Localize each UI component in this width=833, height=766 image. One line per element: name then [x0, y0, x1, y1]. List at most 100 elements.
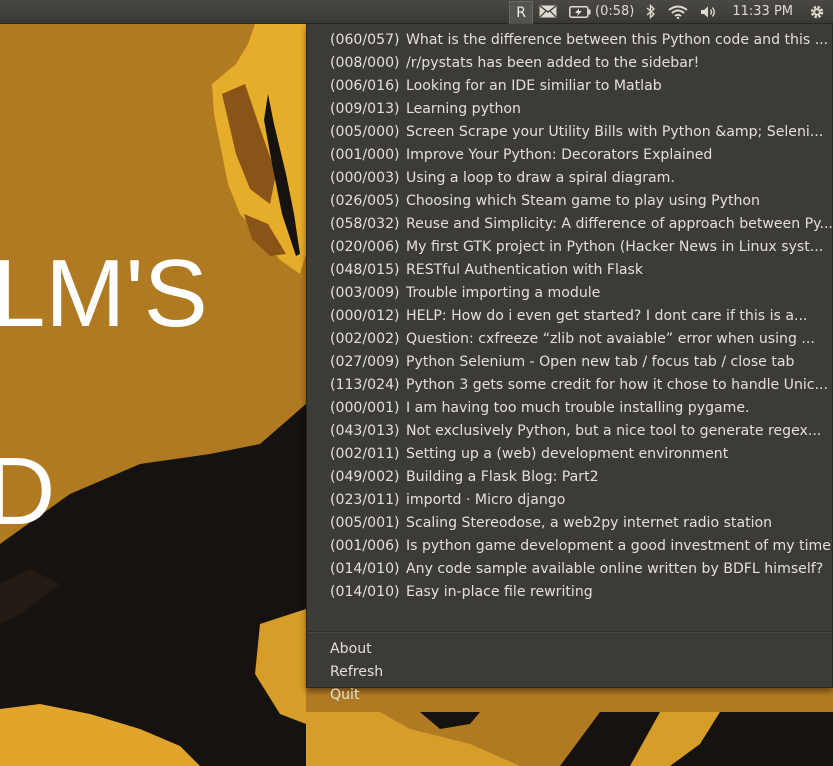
- wallpaper-text-line1: LM'S: [0, 240, 208, 347]
- post-title: Choosing which Steam game to play using …: [406, 193, 760, 209]
- post-vote-count: (000/003): [330, 170, 400, 186]
- post-menu-item[interactable]: (005/000) Screen Scrape your Utility Bill…: [307, 121, 832, 144]
- post-vote-count: (113/024): [330, 377, 400, 393]
- post-menu-item[interactable]: (008/000) /r/pystats has been added to th…: [307, 52, 832, 75]
- post-menu-item[interactable]: (058/032) Reuse and Simplicity: A differe…: [307, 213, 832, 236]
- post-menu-item[interactable]: (014/010) Any code sample available onlin…: [307, 558, 832, 581]
- post-menu-item[interactable]: (000/001) I am having too much trouble in…: [307, 397, 832, 420]
- post-menu-item[interactable]: (002/011) Setting up a (web) development …: [307, 443, 832, 466]
- gear-icon: [810, 5, 824, 18]
- post-vote-count: (014/010): [330, 584, 400, 600]
- post-title: Setting up a (web) development environme…: [406, 446, 729, 462]
- post-menu-item[interactable]: (026/005) Choosing which Steam game to pl…: [307, 190, 832, 213]
- battery-icon: [569, 5, 591, 18]
- post-vote-count: (060/057): [330, 32, 400, 48]
- post-vote-count: (000/012): [330, 308, 400, 324]
- refresh-menu-item[interactable]: Refresh: [307, 661, 832, 684]
- post-menu-item[interactable]: (003/009) Trouble importing a module: [307, 282, 832, 305]
- battery-time: (0:58): [595, 4, 635, 19]
- post-menu-item[interactable]: (001/000) Improve Your Python: Decorators…: [307, 144, 832, 167]
- post-menu-item[interactable]: (048/015) RESTful Authentication with Fla…: [307, 259, 832, 282]
- menu-separator: [308, 631, 831, 633]
- post-menu-item[interactable]: (020/006) My first GTK project in Python …: [307, 236, 832, 259]
- reddit-indicator-label: R: [516, 4, 526, 21]
- post-vote-count: (003/009): [330, 285, 400, 301]
- post-menu-item[interactable]: (027/009) Python Selenium - Open new tab …: [307, 351, 832, 374]
- post-menu-item[interactable]: (001/006) Is python game development a go…: [307, 535, 832, 558]
- mail-icon: [539, 5, 557, 18]
- post-vote-count: (048/015): [330, 262, 400, 278]
- post-vote-count: (009/013): [330, 101, 400, 117]
- post-menu-item[interactable]: (000/012) HELP: How do i even get started…: [307, 305, 832, 328]
- post-menu-item[interactable]: (060/057) What is the difference between …: [307, 29, 832, 52]
- post-vote-count: (008/000): [330, 55, 400, 71]
- post-title: Question: cxfreeze “zlib not avaiable” e…: [406, 331, 815, 347]
- post-title: Trouble importing a module: [406, 285, 601, 301]
- post-menu-item[interactable]: (023/011) importd · Micro django: [307, 489, 832, 512]
- session-menu[interactable]: [803, 0, 833, 24]
- quit-menu-item[interactable]: Quit: [307, 684, 832, 707]
- post-vote-count: (006/016): [330, 78, 400, 94]
- post-vote-count: (002/011): [330, 446, 400, 462]
- about-menu-item[interactable]: About: [307, 638, 832, 661]
- post-title: Python 3 gets some credit for how it cho…: [406, 377, 829, 393]
- post-title: Python Selenium - Open new tab / focus t…: [406, 354, 795, 370]
- post-title: Easy in-place file rewriting: [406, 584, 593, 600]
- post-menu-item[interactable]: (002/002) Question: cxfreeze “zlib not av…: [307, 328, 832, 351]
- post-title: Screen Scrape your Utility Bills with Py…: [406, 124, 824, 140]
- post-vote-count: (001/000): [330, 147, 400, 163]
- post-title: RESTful Authentication with Flask: [406, 262, 644, 278]
- post-title: Is python game development a good invest…: [406, 538, 832, 554]
- post-vote-count: (005/001): [330, 515, 400, 531]
- post-vote-count: (000/001): [330, 400, 400, 416]
- post-title: Reuse and Simplicity: A difference of ap…: [406, 216, 832, 232]
- post-title: Scaling Stereodose, a web2py internet ra…: [406, 515, 773, 531]
- post-menu-item[interactable]: (043/013) Not exclusively Python, but a n…: [307, 420, 832, 443]
- post-vote-count: (058/032): [330, 216, 400, 232]
- post-list: (060/057) What is the difference between …: [307, 29, 832, 604]
- mail-indicator[interactable]: [533, 0, 563, 24]
- post-menu-item[interactable]: (014/010) Easy in-place file rewriting: [307, 581, 832, 604]
- bluetooth-icon: [646, 4, 656, 19]
- menu-actions: About Refresh Quit: [307, 638, 832, 707]
- post-vote-count: (005/000): [330, 124, 400, 140]
- post-title: Not exclusively Python, but a nice tool …: [406, 423, 822, 439]
- post-menu-item[interactable]: (000/003) Using a loop to draw a spiral d…: [307, 167, 832, 190]
- post-title: I am having too much trouble installing …: [406, 400, 750, 416]
- post-title: Using a loop to draw a spiral diagram.: [406, 170, 675, 186]
- post-vote-count: (020/006): [330, 239, 400, 255]
- reddit-dropdown-menu: (060/057) What is the difference between …: [306, 24, 833, 703]
- post-menu-item[interactable]: (005/001) Scaling Stereodose, a web2py in…: [307, 512, 832, 535]
- wallpaper-text-line2: D: [0, 438, 55, 545]
- post-vote-count: (027/009): [330, 354, 400, 370]
- clock[interactable]: 11:33 PM: [724, 0, 803, 24]
- wifi-icon: [668, 5, 688, 19]
- post-title: Building a Flask Blog: Part2: [406, 469, 599, 485]
- post-title: My first GTK project in Python (Hacker N…: [406, 239, 824, 255]
- post-menu-item[interactable]: (049/002) Building a Flask Blog: Part2: [307, 466, 832, 489]
- post-menu-item[interactable]: (009/013) Learning python: [307, 98, 832, 121]
- post-vote-count: (002/002): [330, 331, 400, 347]
- post-title: Looking for an IDE similiar to Matlab: [406, 78, 662, 94]
- reddit-indicator[interactable]: R: [509, 0, 533, 24]
- wifi-indicator[interactable]: [662, 0, 694, 24]
- post-vote-count: (043/013): [330, 423, 400, 439]
- bluetooth-indicator[interactable]: [640, 0, 662, 24]
- post-vote-count: (049/002): [330, 469, 400, 485]
- post-title: HELP: How do i even get started? I dont …: [406, 308, 808, 324]
- battery-indicator[interactable]: (0:58): [563, 0, 640, 24]
- post-title: What is the difference between this Pyth…: [406, 32, 829, 48]
- post-vote-count: (026/005): [330, 193, 400, 209]
- post-title: /r/pystats has been added to the sidebar…: [406, 55, 700, 71]
- clock-time: 11:33 PM: [732, 4, 793, 19]
- post-menu-item[interactable]: (113/024) Python 3 gets some credit for h…: [307, 374, 832, 397]
- post-vote-count: (001/006): [330, 538, 400, 554]
- post-title: Learning python: [406, 101, 521, 117]
- top-panel: R (0:58) 11:33 PM: [0, 0, 833, 24]
- post-title: Improve Your Python: Decorators Explaine…: [406, 147, 713, 163]
- post-vote-count: (014/010): [330, 561, 400, 577]
- post-menu-item[interactable]: (006/016) Looking for an IDE similiar to …: [307, 75, 832, 98]
- post-vote-count: (023/011): [330, 492, 400, 508]
- volume-indicator[interactable]: [694, 0, 724, 24]
- post-title: Any code sample available online written…: [406, 561, 824, 577]
